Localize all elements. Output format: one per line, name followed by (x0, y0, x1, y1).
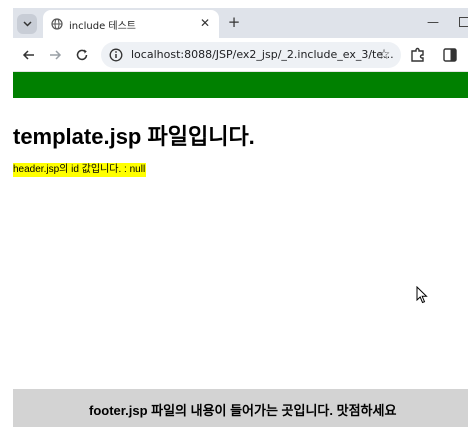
tab-title: include 테스트 (69, 21, 137, 32)
page-heading: template.jsp 파일입니다. (13, 124, 255, 149)
address-bar[interactable]: localhost:8088/JSP/ex2_jsp/_2.include_ex… (101, 42, 401, 68)
toolbar: localhost:8088/JSP/ex2_jsp/_2.include_ex… (13, 38, 468, 72)
tab-search-button[interactable] (17, 14, 37, 34)
maximize-icon[interactable] (459, 17, 468, 27)
star-icon[interactable]: ☆ (375, 46, 393, 64)
arrow-right-icon (50, 50, 62, 60)
footer-text: footer.jsp 파일의 내용이 들어가는 곳입니다. 맛점하세요 (89, 403, 397, 418)
header-id-text: header.jsp의 id 값입니다. : null (13, 163, 147, 177)
reload-icon (76, 49, 88, 61)
mouse-cursor-icon (416, 286, 428, 304)
side-panel-icon (443, 48, 457, 62)
globe-icon (51, 18, 63, 30)
desktop-edge (0, 0, 13, 433)
tab-include-test[interactable]: include 테스트 ✕ (43, 10, 219, 38)
close-icon[interactable]: ✕ (197, 15, 213, 31)
new-tab-button[interactable]: + (225, 13, 243, 31)
forward-button[interactable] (45, 45, 65, 65)
screenshot-root: include 테스트 ✕ + — localhost:8088/JSP/ex2… (0, 0, 468, 433)
header-bar (13, 72, 468, 98)
plus-icon: + (227, 13, 241, 31)
footer-bar: footer.jsp 파일의 내용이 들어가는 곳입니다. 맛점하세요 (13, 389, 468, 427)
minimize-button[interactable]: — (423, 13, 443, 31)
page-viewport: template.jsp 파일입니다. header.jsp의 id 값입니다.… (13, 72, 468, 428)
back-button[interactable] (19, 45, 39, 65)
extensions-button[interactable] (409, 46, 427, 64)
puzzle-icon (411, 47, 424, 62)
reload-button[interactable] (72, 45, 92, 65)
url-text[interactable]: localhost:8088/JSP/ex2_jsp/_2.include_ex… (131, 48, 394, 61)
minimize-icon: — (427, 15, 439, 29)
tab-strip: include 테스트 ✕ + — (13, 8, 468, 38)
arrow-left-icon (22, 50, 34, 60)
chevron-down-icon (22, 21, 32, 27)
browser-window: include 테스트 ✕ + — localhost:8088/JSP/ex2… (13, 8, 468, 428)
site-info-icon[interactable] (109, 48, 123, 62)
side-panel-button[interactable] (441, 46, 459, 64)
